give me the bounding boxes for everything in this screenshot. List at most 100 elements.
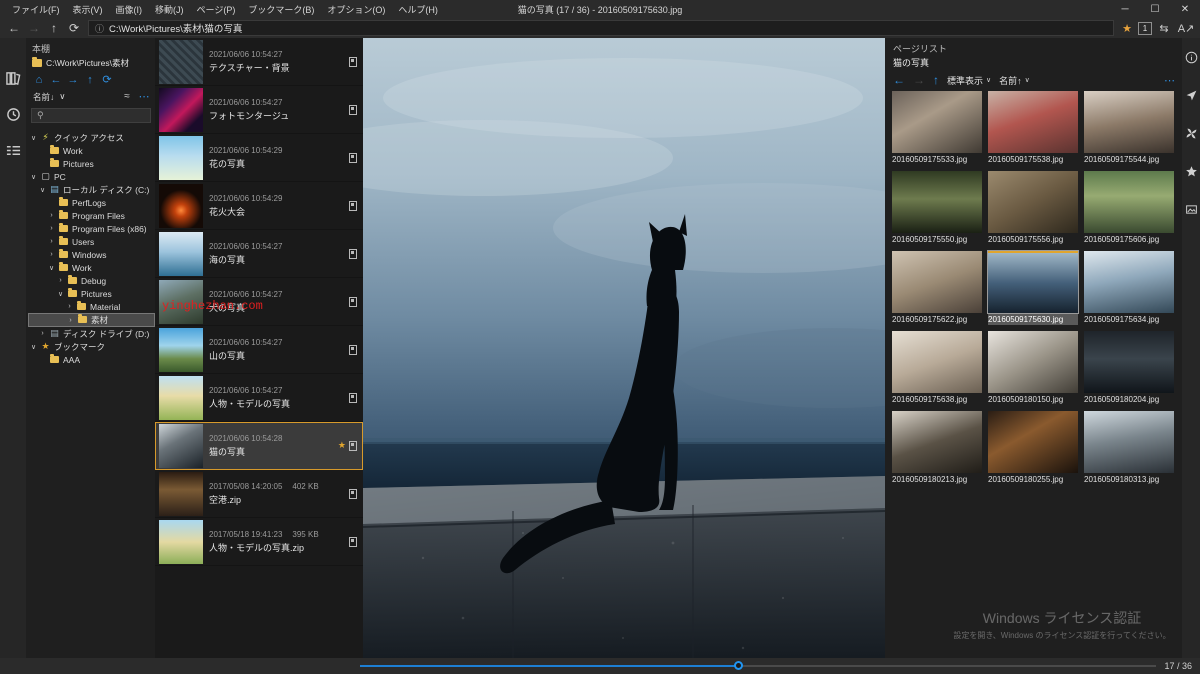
chevron-icon[interactable]: ∨ [28,343,39,351]
file-list-row[interactable]: 2021/06/06 10:54:28猫の写真★ [155,422,363,470]
tree-item[interactable]: ∨Pictures [28,287,155,300]
view-mode-dropdown[interactable]: 標準表示 ∨ [947,74,991,87]
tree-item[interactable]: ∨▤ローカル ディスク (C:) [28,183,155,196]
image-viewer[interactable] [363,38,885,658]
chevron-icon[interactable]: › [65,317,76,324]
book-icon[interactable] [349,105,357,115]
tree-item[interactable]: ›▤ディスク ドライブ (D:) [28,327,155,340]
tree-item[interactable]: ›Program Files (x86) [28,222,155,235]
reload-icon[interactable]: ⟳ [64,19,84,37]
text-size-icon[interactable]: A↗ [1176,22,1196,35]
tree-forward-icon[interactable]: → [66,74,80,86]
page-sort-dropdown[interactable]: 名前↑ ∨ [999,74,1030,87]
page-thumbnail-cell[interactable]: 20160509175538.jpg [988,91,1082,165]
bookmark-star-icon[interactable]: ★ [1118,22,1136,35]
menu-item-3[interactable]: 移動(J) [149,1,190,18]
effect-icon[interactable] [1182,114,1200,152]
maximize-button[interactable]: ☐ [1140,0,1170,18]
file-list-row[interactable]: 2021/06/06 10:54:27テクスチャー・背景 [155,38,363,86]
page-back-icon[interactable]: ← [893,73,905,87]
more-options-icon[interactable]: ⋯ [137,90,151,103]
tree-item[interactable]: ∨▢PC [28,170,155,183]
page-thumbnail-grid[interactable]: 20160509175533.jpg20160509175538.jpg2016… [885,91,1182,491]
chevron-icon[interactable]: › [46,225,57,232]
slider-handle[interactable] [734,661,743,670]
menu-item-5[interactable]: ブックマーク(B) [242,1,320,18]
up-icon[interactable]: ↑ [44,19,64,37]
pagelist-icon[interactable] [0,132,26,168]
history-icon[interactable] [0,96,26,132]
page-thumbnail-cell[interactable]: 20160509175544.jpg [1084,91,1178,165]
chevron-down-icon[interactable]: ∨ [58,91,66,102]
tree-back-icon[interactable]: ← [49,74,63,86]
page-thumbnail-cell[interactable]: 20160509180313.jpg [1084,411,1178,485]
book-icon[interactable] [349,537,357,547]
home-icon[interactable]: ⌂ [32,74,46,86]
tree-reload-icon[interactable]: ⟳ [100,73,114,86]
page-thumbnail-cell[interactable]: 20160509175556.jpg [988,171,1082,245]
file-list-row[interactable]: 2017/05/18 19:41:23395 KB人物・モデルの写真.zip [155,518,363,566]
page-thumbnail-cell[interactable]: 20160509175622.jpg [892,251,986,325]
page-thumbnail-cell[interactable]: 20160509175638.jpg [892,331,986,405]
star-icon[interactable] [1182,152,1200,190]
split-view-icon[interactable]: ⇆ [1154,22,1174,35]
tree-item[interactable]: Work [28,144,155,157]
bookshelf-icon[interactable] [0,60,26,96]
menu-item-4[interactable]: ページ(P) [191,1,242,18]
page-mode-badge[interactable]: 1 [1138,22,1152,35]
menu-item-6[interactable]: オプション(O) [321,1,391,18]
file-list-row[interactable]: 2017/05/08 14:20:05402 KB空港.zip [155,470,363,518]
chevron-icon[interactable]: › [46,212,57,219]
address-input[interactable]: ⓘ C:\Work\Pictures\素材\猫の写真 [88,20,1114,36]
page-thumbnail-cell[interactable]: 20160509180204.jpg [1084,331,1178,405]
tree-item[interactable]: ∨⚡クイック アクセス [28,131,155,144]
menu-item-0[interactable]: ファイル(F) [6,1,66,18]
file-list-row[interactable]: 2021/06/06 10:54:29花の写真 [155,134,363,182]
tree-item[interactable]: Pictures [28,157,155,170]
tree-item[interactable]: ›Debug [28,274,155,287]
tree-item[interactable]: ∨★ブックマーク [28,340,155,353]
menu-item-7[interactable]: ヘルプ(H) [392,1,444,18]
book-icon[interactable] [349,57,357,67]
page-thumbnail-cell[interactable]: 20160509175634.jpg [1084,251,1178,325]
tree-up-icon[interactable]: ↑ [83,74,97,86]
image-icon[interactable] [1182,190,1200,228]
book-icon[interactable] [349,153,357,163]
file-list-row[interactable]: 2021/06/06 10:54:27海の写真 [155,230,363,278]
book-icon[interactable] [349,489,357,499]
page-up-icon[interactable]: ↑ [933,73,939,87]
tree-item[interactable]: PerfLogs [28,196,155,209]
file-list-row[interactable]: 2021/06/06 10:54:27山の写真 [155,326,363,374]
tree-item[interactable]: ›素材 [28,313,155,327]
menu-bar[interactable]: ファイル(F)表示(V)画像(I)移動(J)ページ(P)ブックマーク(B)オプシ… [0,1,444,18]
chevron-icon[interactable]: › [46,251,57,258]
chevron-icon[interactable]: › [55,277,66,284]
back-icon[interactable]: ← [4,19,24,37]
book-icon[interactable] [349,249,357,259]
tree-item[interactable]: ∨Work [28,261,155,274]
book-icon[interactable] [349,393,357,403]
page-forward-icon[interactable]: → [913,73,925,87]
book-icon[interactable] [349,297,357,307]
page-more-icon[interactable]: ⋯ [1164,74,1176,87]
folder-tree[interactable]: ∨⚡クイック アクセスWorkPictures∨▢PC∨▤ローカル ディスク (… [26,127,155,667]
page-thumbnail-cell[interactable]: 20160509180213.jpg [892,411,986,485]
tree-item[interactable]: ›Material [28,300,155,313]
page-thumbnail-cell[interactable]: 20160509175630.jpg [988,251,1082,325]
minimize-button[interactable]: ─ [1110,0,1140,18]
book-icon[interactable] [349,201,357,211]
book-icon[interactable] [349,345,357,355]
share-icon[interactable]: ≈ [120,91,134,102]
menu-item-1[interactable]: 表示(V) [67,1,109,18]
chevron-icon[interactable]: ∨ [46,264,57,272]
search-input[interactable] [48,111,145,121]
info-icon[interactable] [1182,38,1200,76]
tree-search-box[interactable]: ⚲ [31,108,151,123]
book-icon[interactable] [349,441,357,451]
page-thumbnail-cell[interactable]: 20160509175533.jpg [892,91,986,165]
navigate-icon[interactable] [1182,76,1200,114]
chevron-icon[interactable]: ∨ [55,290,66,298]
menu-item-2[interactable]: 画像(I) [110,1,149,18]
chevron-icon[interactable]: ∨ [37,186,48,194]
chevron-icon[interactable]: › [46,238,57,245]
